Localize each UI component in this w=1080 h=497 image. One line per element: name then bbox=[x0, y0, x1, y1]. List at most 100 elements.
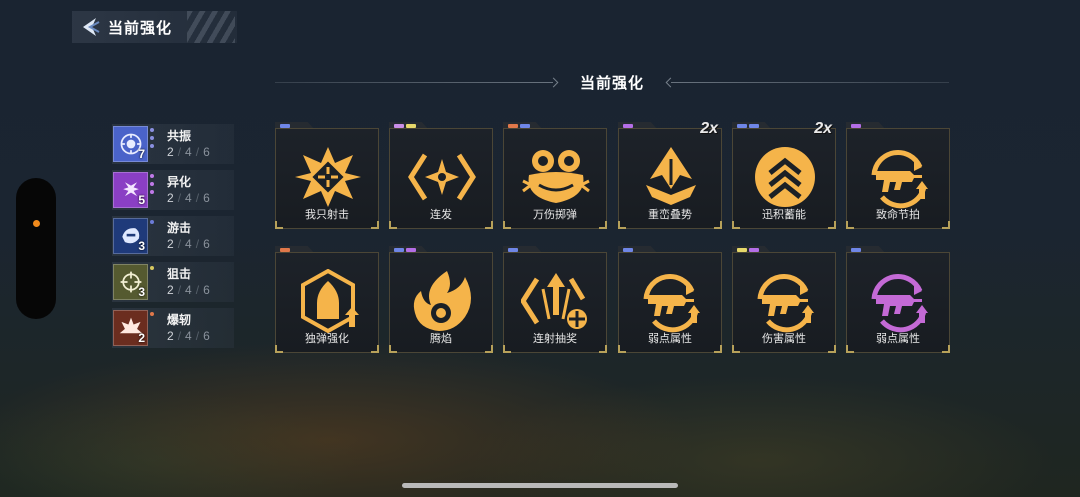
upgrade-card[interactable]: 伤害属性 bbox=[732, 246, 836, 353]
category-item[interactable]: 3 狙击 2/4/6 bbox=[112, 262, 234, 302]
category-text: 共振 2/4/6 bbox=[167, 129, 211, 160]
card-body: 弱点属性 bbox=[618, 252, 722, 353]
category-item[interactable]: 2 爆轫 2/4/6 bbox=[112, 308, 234, 348]
category-name: 共振 bbox=[167, 128, 192, 143]
category-dots bbox=[150, 266, 154, 270]
category-progress: 2/4/6 bbox=[167, 282, 211, 298]
progress-separator: / bbox=[177, 328, 183, 343]
progress-separator: / bbox=[195, 328, 201, 343]
category-name: 爆轫 bbox=[167, 312, 192, 327]
progress-mid: 4 bbox=[185, 236, 193, 251]
bullet-upgrade-icon bbox=[293, 269, 363, 333]
category-dot bbox=[150, 128, 154, 132]
category-dot bbox=[150, 136, 154, 140]
category-level: 3 bbox=[138, 285, 145, 299]
category-dot bbox=[150, 220, 154, 224]
category-level: 3 bbox=[138, 239, 145, 253]
card-label: 伤害属性 bbox=[762, 333, 806, 345]
category-item[interactable]: 3 游击 2/4/6 bbox=[112, 216, 234, 256]
side-handle[interactable] bbox=[16, 178, 56, 319]
mountain-arrow-icon bbox=[636, 145, 706, 209]
category-text: 异化 2/4/6 bbox=[167, 175, 211, 206]
progress-current: 2 bbox=[167, 282, 175, 297]
category-name: 狙击 bbox=[167, 266, 192, 281]
progress-mid: 4 bbox=[185, 190, 193, 205]
progress-mid: 4 bbox=[185, 328, 193, 343]
page-title: 当前强化 bbox=[108, 19, 173, 37]
divider-right bbox=[671, 82, 949, 83]
card-body: 连发 bbox=[389, 128, 493, 229]
category-progress: 2/4/6 bbox=[167, 144, 211, 160]
card-label: 腾焰 bbox=[430, 333, 452, 345]
guerrilla-icon: 3 bbox=[113, 218, 148, 254]
smg-upgrade-icon bbox=[864, 145, 934, 209]
upgrade-card[interactable]: 连射抽奖 bbox=[503, 246, 607, 353]
progress-separator: / bbox=[195, 282, 201, 297]
upgrade-card[interactable]: 重峦叠势 2x bbox=[618, 120, 722, 229]
category-dot bbox=[150, 312, 154, 316]
card-label: 致命节拍 bbox=[876, 209, 920, 221]
progress-current: 2 bbox=[167, 236, 175, 251]
progress-current: 2 bbox=[167, 328, 175, 343]
top-header: 当前强化 bbox=[72, 11, 237, 43]
category-text: 爆轫 2/4/6 bbox=[167, 313, 211, 344]
chevron-charge-icon bbox=[750, 145, 820, 209]
smg-upgrade-icon bbox=[636, 269, 706, 333]
back-button[interactable] bbox=[72, 11, 108, 43]
mutation-icon: 5 bbox=[113, 172, 148, 208]
multiplier-badge: 2x bbox=[700, 120, 718, 137]
grenade-icon bbox=[521, 145, 591, 209]
category-level: 7 bbox=[138, 147, 145, 161]
sniper-icon: 3 bbox=[113, 264, 148, 300]
category-text: 游击 2/4/6 bbox=[167, 221, 211, 252]
category-list: 7 共振 2/4/6 5 异化 2/4/6 3 游击 2 / 4 / 6 3 狙… bbox=[112, 124, 234, 354]
upgrade-card[interactable]: 独弹强化 bbox=[275, 246, 379, 353]
upgrade-card[interactable]: 弱点属性 bbox=[846, 246, 950, 353]
category-name: 游击 bbox=[167, 220, 192, 235]
card-label: 弱点属性 bbox=[876, 333, 920, 345]
category-progress: 2/4/6 bbox=[167, 190, 211, 206]
upgrade-card[interactable]: 万伤掷弹 bbox=[503, 122, 607, 229]
category-dot bbox=[150, 174, 154, 178]
smg-upgrade-purple-icon bbox=[864, 269, 934, 333]
crosshair-burst-icon bbox=[293, 145, 363, 209]
progress-max: 6 bbox=[203, 282, 211, 297]
card-label: 弱点属性 bbox=[648, 333, 692, 345]
card-body: 连射抽奖 bbox=[503, 252, 607, 353]
category-item[interactable]: 5 异化 2/4/6 bbox=[112, 170, 234, 210]
progress-current: 2 bbox=[167, 144, 175, 159]
home-indicator[interactable] bbox=[402, 483, 678, 488]
upgrade-card[interactable]: 我只射击 bbox=[275, 122, 379, 229]
upgrade-card[interactable]: 致命节拍 bbox=[846, 122, 950, 229]
progress-separator: / bbox=[177, 236, 183, 251]
header-stripes bbox=[187, 11, 235, 43]
rapid-fire-star-icon bbox=[407, 145, 477, 209]
section-header: 当前强化 bbox=[275, 70, 949, 94]
progress-separator: / bbox=[177, 144, 183, 159]
category-item[interactable]: 7 共振 2/4/6 bbox=[112, 124, 234, 164]
card-body: 重峦叠势 bbox=[618, 128, 722, 229]
category-level: 5 bbox=[138, 193, 145, 207]
lottery-arrows-icon bbox=[521, 269, 591, 333]
category-dots bbox=[150, 220, 154, 224]
smg-upgrade-icon bbox=[750, 269, 820, 333]
card-label: 连射抽奖 bbox=[533, 333, 577, 345]
category-dot bbox=[150, 182, 154, 186]
multiplier-badge: 2x bbox=[814, 120, 832, 137]
category-level: 2 bbox=[138, 331, 145, 345]
category-dots bbox=[150, 174, 154, 194]
progress-max: 6 bbox=[203, 190, 211, 205]
card-label: 迅积蓄能 bbox=[762, 209, 806, 221]
upgrade-card[interactable]: 弱点属性 bbox=[618, 246, 722, 353]
progress-mid: 4 bbox=[185, 282, 193, 297]
card-body: 致命节拍 bbox=[846, 128, 950, 229]
category-dots bbox=[150, 128, 154, 148]
category-dot bbox=[150, 144, 154, 148]
upgrade-card[interactable]: 腾焰 bbox=[389, 246, 493, 353]
category-dots bbox=[150, 312, 154, 316]
progress-max: 6 bbox=[203, 144, 211, 159]
upgrade-card[interactable]: 连发 bbox=[389, 122, 493, 229]
progress-separator: / bbox=[195, 144, 201, 159]
upgrade-card[interactable]: 迅积蓄能 2x bbox=[732, 120, 836, 229]
card-body: 伤害属性 bbox=[732, 252, 836, 353]
